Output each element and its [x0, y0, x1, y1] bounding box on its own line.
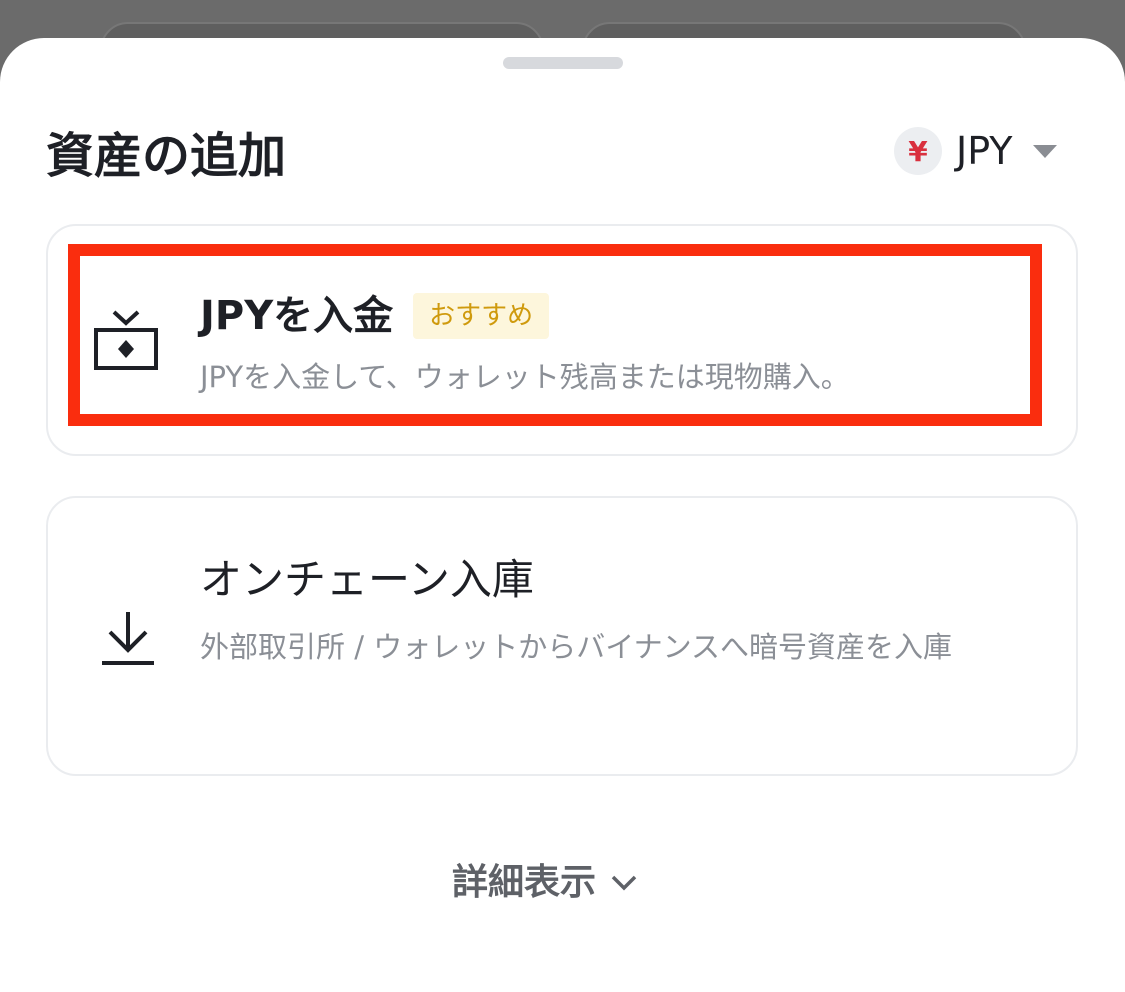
chevron-down-icon — [611, 875, 637, 891]
onchain-deposit-option[interactable]: オンチェーン入庫 外部取引所 / ウォレットからバイナンスへ暗号資産を入庫 — [46, 496, 1078, 776]
deposit-jpy-option[interactable]: JPYを入金 おすすめ JPYを入金して、ウォレット残高または現物購入。 — [46, 224, 1078, 456]
sheet-title: 資産の追加 — [46, 128, 287, 184]
show-more-button[interactable]: 詳細表示 — [452, 858, 638, 908]
currency-code: JPY — [956, 129, 1013, 173]
deposit-fiat-icon — [94, 310, 158, 370]
option-description: 外部取引所 / ウォレットからバイナンスへ暗号資産を入庫 — [200, 630, 953, 664]
currency-selector[interactable]: ¥ JPY — [894, 126, 1057, 176]
caret-down-icon — [1032, 144, 1057, 158]
option-description: JPYを入金して、ウォレット残高または現物購入。 — [200, 360, 850, 394]
option-title: オンチェーン入庫 — [200, 555, 534, 604]
yen-icon: ¥ — [894, 127, 942, 175]
show-more-label: 詳細表示 — [452, 862, 597, 903]
download-arrow-icon — [102, 612, 154, 665]
recommended-badge: おすすめ — [413, 293, 550, 339]
sheet-grabber[interactable] — [503, 57, 623, 69]
option-title: JPYを入金 — [200, 293, 394, 339]
